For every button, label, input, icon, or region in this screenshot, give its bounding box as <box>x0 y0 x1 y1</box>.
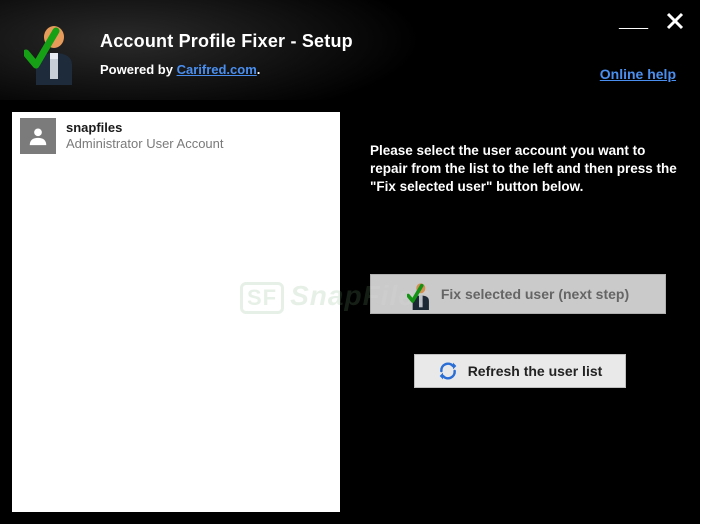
body: snapfiles Administrator User Account Ple… <box>0 100 700 524</box>
businessman-check-icon <box>407 282 431 306</box>
fix-button-label: Fix selected user (next step) <box>441 286 629 302</box>
close-icon <box>666 12 684 30</box>
powered-by: Powered by Carifred.com. <box>100 62 353 77</box>
online-help-link[interactable]: Online help <box>600 66 676 82</box>
window-title: Account Profile Fixer - Setup <box>100 31 353 52</box>
app-logo-icon <box>24 23 76 85</box>
header-bar: Account Profile Fixer - Setup Powered by… <box>0 0 700 100</box>
user-list[interactable]: snapfiles Administrator User Account <box>12 112 340 512</box>
app-window: Account Profile Fixer - Setup Powered by… <box>0 0 700 524</box>
refresh-user-list-button[interactable]: Refresh the user list <box>414 354 626 388</box>
fix-selected-user-button[interactable]: Fix selected user (next step) <box>370 274 666 314</box>
user-list-item[interactable]: snapfiles Administrator User Account <box>12 112 340 160</box>
user-role: Administrator User Account <box>66 136 224 152</box>
title-block: Account Profile Fixer - Setup Powered by… <box>100 31 353 77</box>
powered-by-suffix: . <box>257 62 261 77</box>
refresh-button-label: Refresh the user list <box>468 363 603 379</box>
user-text: snapfiles Administrator User Account <box>66 120 224 153</box>
right-pane: Please select the user account you want … <box>370 112 688 512</box>
instruction-text: Please select the user account you want … <box>370 142 688 197</box>
minimize-button[interactable]: __ <box>619 4 648 30</box>
user-name: snapfiles <box>66 120 224 136</box>
refresh-arrows-icon <box>438 361 458 381</box>
close-button[interactable] <box>666 12 684 34</box>
powered-by-link[interactable]: Carifred.com <box>177 62 257 77</box>
powered-by-prefix: Powered by <box>100 62 177 77</box>
person-icon <box>20 118 56 154</box>
window-controls: __ <box>619 10 684 36</box>
